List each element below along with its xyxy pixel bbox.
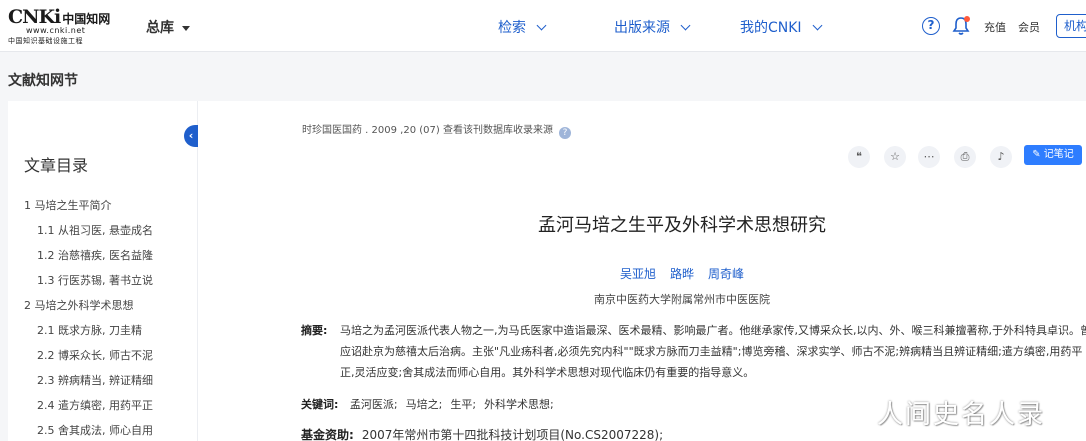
- abstract-text: 马培之为孟河医派代表人物之一,为马氏医家中造诣最深、医术最精、影响最广者。他继承…: [340, 324, 1086, 379]
- logo-wordmark: CNKi 中国知网: [8, 6, 111, 28]
- fund-label: 基金资助:: [301, 428, 354, 441]
- keyword-link[interactable]: 马培之;: [406, 398, 443, 411]
- watermark: 人间史名人录: [877, 400, 1046, 430]
- share-icon[interactable]: ⋯: [918, 146, 940, 168]
- toc-item[interactable]: 2.5 舍其成法, 师心自用: [8, 423, 198, 441]
- affiliation[interactable]: 南京中医药大学附属常州市中医医院: [198, 291, 1086, 307]
- chevron-down-icon: [812, 20, 823, 31]
- toc-item[interactable]: 2.4 遣方缜密, 用药平正: [8, 398, 198, 423]
- keywords-section: 关键词: 孟河医派; 马培之; 生平; 外科学术思想;: [301, 394, 554, 415]
- chevron-down-icon: [680, 20, 691, 31]
- notification-dot: [964, 16, 970, 22]
- toc-sidebar: 文章目录 1 马培之生平简介 1.1 从祖习医, 悬壶成名 1.2 治慈禧疾, 医名…: [8, 101, 198, 441]
- toc-item[interactable]: 1.1 从祖习医, 悬壶成名: [8, 223, 198, 248]
- help-icon[interactable]: ?: [922, 17, 940, 35]
- notification-bell-icon[interactable]: [952, 16, 970, 36]
- article-main: 时珍国医国药 . 2009 ,20 (07) 查看该刊数据库收录来源? ❝ ☆ ⋯ ⎙…: [198, 101, 1086, 441]
- abstract-label: 摘要:: [301, 324, 328, 337]
- toc-item[interactable]: 2.3 辨病精当, 辨证精细: [8, 373, 198, 398]
- source-text[interactable]: 时珍国医国药 . 2009 ,20 (07) 查看该刊数据库收录来源: [302, 125, 553, 136]
- keyword-link[interactable]: 生平;: [450, 398, 476, 411]
- fund-text: 2007年常州市第十四批科技计划项目(No.CS2007228);: [361, 428, 664, 441]
- star-icon[interactable]: ☆: [884, 146, 906, 168]
- toc-item[interactable]: 1.2 治慈禧疾, 医名益隆: [8, 248, 198, 273]
- page-title: 文献知网节: [8, 73, 78, 89]
- print-icon[interactable]: ⎙: [954, 146, 976, 168]
- fund-section: 基金资助: 2007年常州市第十四批科技计划项目(No.CS2007228);: [301, 425, 663, 441]
- take-note-button[interactable]: ✎ 记笔记: [1024, 145, 1082, 165]
- caret-down-icon: [182, 25, 190, 31]
- nav-publication-source[interactable]: 出版来源: [614, 17, 691, 37]
- bell-icon[interactable]: ♪: [990, 146, 1012, 168]
- quote-icon[interactable]: ❝: [848, 146, 870, 168]
- logo-url: www.cnki.net: [26, 26, 86, 35]
- keyword-link[interactable]: 孟河医派;: [350, 398, 398, 411]
- toc-title: 文章目录: [24, 156, 89, 175]
- keywords-label: 关键词:: [301, 398, 339, 411]
- author-link[interactable]: 吴亚旭: [620, 267, 656, 281]
- article-title: 孟河马培之生平及外科学术思想研究: [538, 215, 826, 236]
- author-link[interactable]: 路晔: [670, 267, 694, 281]
- toc-item[interactable]: 2.1 既求方脉, 刀圭精: [8, 323, 198, 348]
- source-line: 时珍国医国药 . 2009 ,20 (07) 查看该刊数据库收录来源?: [302, 121, 571, 139]
- membership-link[interactable]: 会员: [1018, 19, 1040, 35]
- keyword-link[interactable]: 外科学术思想;: [484, 398, 554, 411]
- database-selector[interactable]: 总库: [146, 17, 190, 37]
- recharge-link[interactable]: 充值: [984, 19, 1006, 35]
- toc-item[interactable]: 1 马培之生平简介: [8, 198, 198, 223]
- toc-list: 1 马培之生平简介 1.1 从祖习医, 悬壶成名 1.2 治慈禧疾, 医名益隆 1.3…: [8, 198, 198, 441]
- top-header: CNKi 中国知网 www.cnki.net 中国知识基础设施工程 总库 检索 出…: [0, 0, 1086, 52]
- author-list: 吴亚旭 路晔 周奇峰: [198, 265, 1086, 282]
- institution-button[interactable]: 机构: [1056, 14, 1086, 38]
- toc-item[interactable]: 2 马培之外科学术思想: [8, 298, 198, 323]
- question-icon[interactable]: ?: [558, 127, 571, 139]
- toc-item[interactable]: 2.2 博采众长, 师古不泥: [8, 348, 198, 373]
- author-link[interactable]: 周奇峰: [708, 267, 744, 281]
- cnki-logo[interactable]: CNKi 中国知网 www.cnki.net 中国知识基础设施工程: [8, 6, 126, 46]
- nav-search[interactable]: 检索: [498, 17, 547, 37]
- nav-my-cnki[interactable]: 我的CNKI: [740, 17, 823, 37]
- logo-subtitle: 中国知识基础设施工程: [8, 37, 83, 45]
- chevron-down-icon: [536, 20, 547, 31]
- toc-item[interactable]: 1.3 行医苏锡, 著书立说: [8, 273, 198, 298]
- abstract-section: 摘要: 马培之为孟河医派代表人物之一,为马氏医家中造诣最深、医术最精、影响最广者…: [301, 320, 1086, 383]
